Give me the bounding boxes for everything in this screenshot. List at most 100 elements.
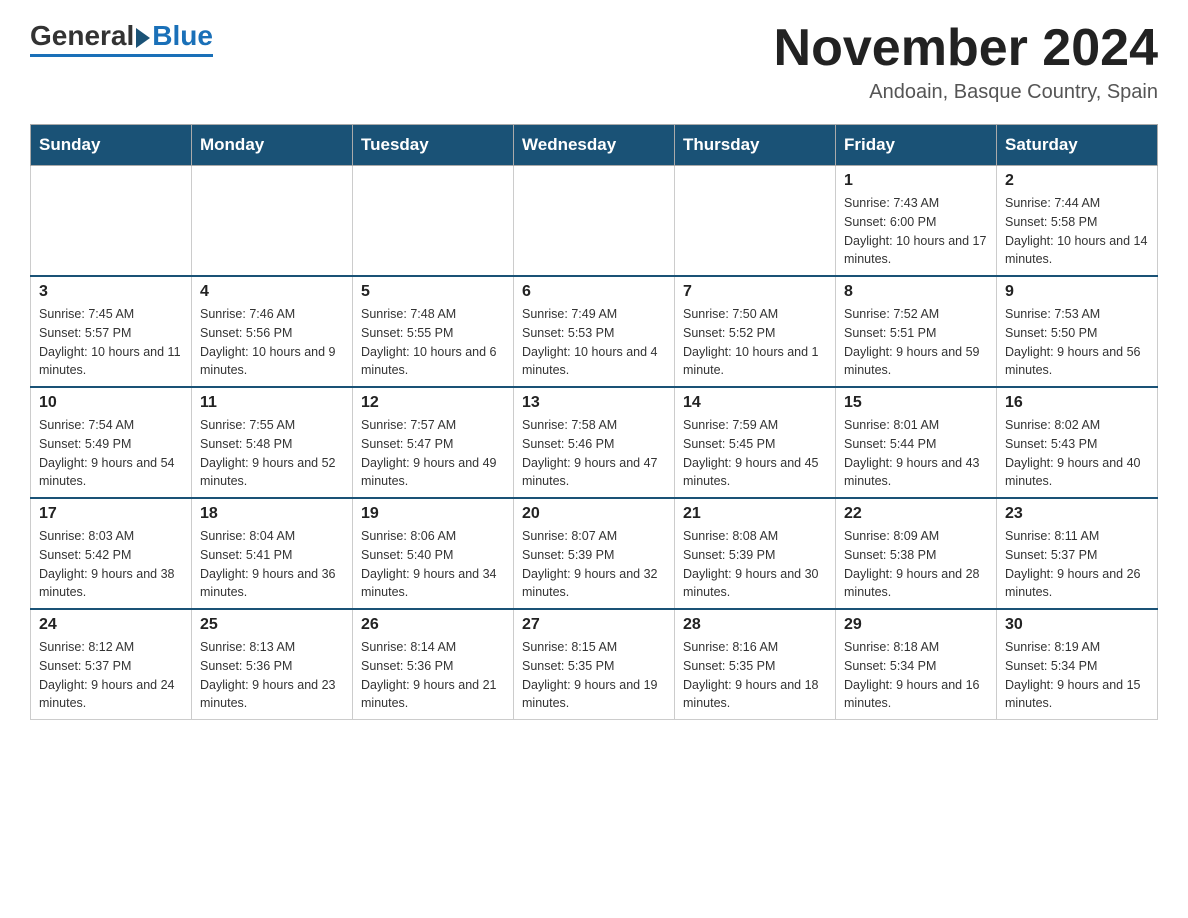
calendar-col-header: Saturday	[997, 125, 1158, 166]
title-block: November 2024 Andoain, Basque Country, S…	[774, 20, 1158, 104]
day-info: Sunrise: 8:18 AMSunset: 5:34 PMDaylight:…	[844, 640, 980, 710]
logo-blue-text: Blue	[152, 20, 213, 52]
day-number: 4	[200, 283, 344, 301]
calendar-cell	[675, 166, 836, 277]
day-number: 17	[39, 505, 183, 523]
calendar-cell	[514, 166, 675, 277]
day-number: 15	[844, 394, 988, 412]
calendar-col-header: Tuesday	[353, 125, 514, 166]
calendar-cell: 20 Sunrise: 8:07 AMSunset: 5:39 PMDaylig…	[514, 498, 675, 609]
calendar-cell: 17 Sunrise: 8:03 AMSunset: 5:42 PMDaylig…	[31, 498, 192, 609]
calendar-cell	[31, 166, 192, 277]
calendar-cell: 10 Sunrise: 7:54 AMSunset: 5:49 PMDaylig…	[31, 387, 192, 498]
calendar-col-header: Friday	[836, 125, 997, 166]
day-info: Sunrise: 8:15 AMSunset: 5:35 PMDaylight:…	[522, 640, 658, 710]
calendar-cell: 13 Sunrise: 7:58 AMSunset: 5:46 PMDaylig…	[514, 387, 675, 498]
calendar-cell: 16 Sunrise: 8:02 AMSunset: 5:43 PMDaylig…	[997, 387, 1158, 498]
logo-arrow-icon	[136, 28, 150, 48]
day-number: 14	[683, 394, 827, 412]
calendar-cell: 18 Sunrise: 8:04 AMSunset: 5:41 PMDaylig…	[192, 498, 353, 609]
day-number: 9	[1005, 283, 1149, 301]
day-number: 7	[683, 283, 827, 301]
calendar-cell: 29 Sunrise: 8:18 AMSunset: 5:34 PMDaylig…	[836, 609, 997, 720]
calendar-cell: 4 Sunrise: 7:46 AMSunset: 5:56 PMDayligh…	[192, 276, 353, 387]
calendar-col-header: Wednesday	[514, 125, 675, 166]
day-info: Sunrise: 7:43 AMSunset: 6:00 PMDaylight:…	[844, 196, 986, 266]
calendar-cell: 26 Sunrise: 8:14 AMSunset: 5:36 PMDaylig…	[353, 609, 514, 720]
calendar-cell: 30 Sunrise: 8:19 AMSunset: 5:34 PMDaylig…	[997, 609, 1158, 720]
calendar-cell: 21 Sunrise: 8:08 AMSunset: 5:39 PMDaylig…	[675, 498, 836, 609]
day-info: Sunrise: 8:07 AMSunset: 5:39 PMDaylight:…	[522, 529, 658, 599]
day-info: Sunrise: 7:46 AMSunset: 5:56 PMDaylight:…	[200, 307, 336, 377]
week-row: 17 Sunrise: 8:03 AMSunset: 5:42 PMDaylig…	[31, 498, 1158, 609]
logo: General Blue	[30, 20, 213, 57]
day-info: Sunrise: 7:54 AMSunset: 5:49 PMDaylight:…	[39, 418, 175, 488]
day-info: Sunrise: 8:09 AMSunset: 5:38 PMDaylight:…	[844, 529, 980, 599]
week-row: 10 Sunrise: 7:54 AMSunset: 5:49 PMDaylig…	[31, 387, 1158, 498]
day-info: Sunrise: 8:02 AMSunset: 5:43 PMDaylight:…	[1005, 418, 1141, 488]
calendar-table: SundayMondayTuesdayWednesdayThursdayFrid…	[30, 124, 1158, 720]
day-info: Sunrise: 8:13 AMSunset: 5:36 PMDaylight:…	[200, 640, 336, 710]
week-row: 1 Sunrise: 7:43 AMSunset: 6:00 PMDayligh…	[31, 166, 1158, 277]
calendar-cell: 2 Sunrise: 7:44 AMSunset: 5:58 PMDayligh…	[997, 166, 1158, 277]
calendar-col-header: Sunday	[31, 125, 192, 166]
day-info: Sunrise: 8:12 AMSunset: 5:37 PMDaylight:…	[39, 640, 175, 710]
calendar-cell: 24 Sunrise: 8:12 AMSunset: 5:37 PMDaylig…	[31, 609, 192, 720]
day-number: 12	[361, 394, 505, 412]
day-info: Sunrise: 7:55 AMSunset: 5:48 PMDaylight:…	[200, 418, 336, 488]
day-number: 28	[683, 616, 827, 634]
month-title: November 2024	[774, 20, 1158, 77]
calendar-cell: 15 Sunrise: 8:01 AMSunset: 5:44 PMDaylig…	[836, 387, 997, 498]
week-row: 24 Sunrise: 8:12 AMSunset: 5:37 PMDaylig…	[31, 609, 1158, 720]
calendar-header-row: SundayMondayTuesdayWednesdayThursdayFrid…	[31, 125, 1158, 166]
day-info: Sunrise: 7:44 AMSunset: 5:58 PMDaylight:…	[1005, 196, 1147, 266]
day-number: 26	[361, 616, 505, 634]
day-number: 23	[1005, 505, 1149, 523]
calendar-cell: 22 Sunrise: 8:09 AMSunset: 5:38 PMDaylig…	[836, 498, 997, 609]
day-number: 2	[1005, 172, 1149, 190]
page-header: General Blue November 2024 Andoain, Basq…	[30, 20, 1158, 104]
logo-general-text: General	[30, 20, 134, 52]
day-number: 3	[39, 283, 183, 301]
calendar-cell: 5 Sunrise: 7:48 AMSunset: 5:55 PMDayligh…	[353, 276, 514, 387]
calendar-cell	[353, 166, 514, 277]
calendar-col-header: Thursday	[675, 125, 836, 166]
calendar-cell: 9 Sunrise: 7:53 AMSunset: 5:50 PMDayligh…	[997, 276, 1158, 387]
calendar-cell: 28 Sunrise: 8:16 AMSunset: 5:35 PMDaylig…	[675, 609, 836, 720]
calendar-cell: 12 Sunrise: 7:57 AMSunset: 5:47 PMDaylig…	[353, 387, 514, 498]
day-info: Sunrise: 8:19 AMSunset: 5:34 PMDaylight:…	[1005, 640, 1141, 710]
day-info: Sunrise: 8:14 AMSunset: 5:36 PMDaylight:…	[361, 640, 497, 710]
day-number: 27	[522, 616, 666, 634]
day-number: 16	[1005, 394, 1149, 412]
day-number: 5	[361, 283, 505, 301]
day-number: 25	[200, 616, 344, 634]
day-info: Sunrise: 8:06 AMSunset: 5:40 PMDaylight:…	[361, 529, 497, 599]
day-number: 29	[844, 616, 988, 634]
day-info: Sunrise: 7:48 AMSunset: 5:55 PMDaylight:…	[361, 307, 497, 377]
day-info: Sunrise: 8:01 AMSunset: 5:44 PMDaylight:…	[844, 418, 980, 488]
day-info: Sunrise: 7:45 AMSunset: 5:57 PMDaylight:…	[39, 307, 181, 377]
day-number: 10	[39, 394, 183, 412]
day-number: 8	[844, 283, 988, 301]
calendar-cell: 8 Sunrise: 7:52 AMSunset: 5:51 PMDayligh…	[836, 276, 997, 387]
day-info: Sunrise: 8:04 AMSunset: 5:41 PMDaylight:…	[200, 529, 336, 599]
week-row: 3 Sunrise: 7:45 AMSunset: 5:57 PMDayligh…	[31, 276, 1158, 387]
calendar-cell: 19 Sunrise: 8:06 AMSunset: 5:40 PMDaylig…	[353, 498, 514, 609]
day-info: Sunrise: 7:49 AMSunset: 5:53 PMDaylight:…	[522, 307, 658, 377]
day-info: Sunrise: 7:53 AMSunset: 5:50 PMDaylight:…	[1005, 307, 1141, 377]
calendar-cell: 6 Sunrise: 7:49 AMSunset: 5:53 PMDayligh…	[514, 276, 675, 387]
day-number: 22	[844, 505, 988, 523]
day-info: Sunrise: 7:58 AMSunset: 5:46 PMDaylight:…	[522, 418, 658, 488]
day-info: Sunrise: 8:03 AMSunset: 5:42 PMDaylight:…	[39, 529, 175, 599]
day-number: 21	[683, 505, 827, 523]
calendar-cell: 23 Sunrise: 8:11 AMSunset: 5:37 PMDaylig…	[997, 498, 1158, 609]
logo-underline	[30, 54, 213, 57]
day-info: Sunrise: 7:52 AMSunset: 5:51 PMDaylight:…	[844, 307, 980, 377]
calendar-cell: 3 Sunrise: 7:45 AMSunset: 5:57 PMDayligh…	[31, 276, 192, 387]
calendar-cell: 25 Sunrise: 8:13 AMSunset: 5:36 PMDaylig…	[192, 609, 353, 720]
day-number: 30	[1005, 616, 1149, 634]
day-number: 13	[522, 394, 666, 412]
calendar-cell	[192, 166, 353, 277]
day-number: 20	[522, 505, 666, 523]
calendar-cell: 11 Sunrise: 7:55 AMSunset: 5:48 PMDaylig…	[192, 387, 353, 498]
